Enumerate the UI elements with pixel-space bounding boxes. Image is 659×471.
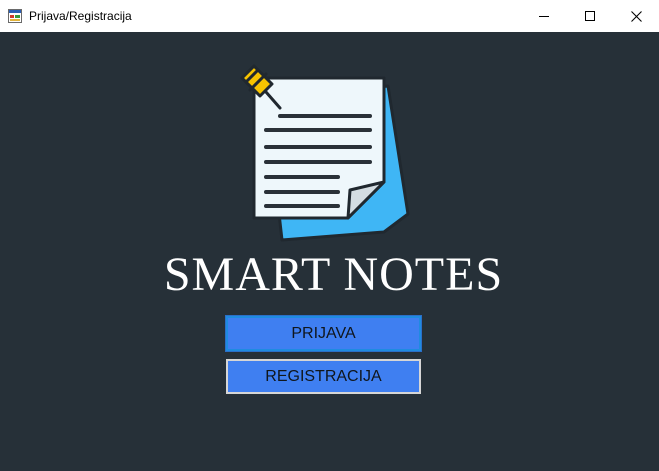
minimize-button[interactable] xyxy=(521,0,567,32)
register-button[interactable]: REGISTRACIJA xyxy=(226,359,421,394)
maximize-button[interactable] xyxy=(567,0,613,32)
title-bar[interactable]: Prijava/Registracija xyxy=(0,0,659,32)
minimize-icon xyxy=(539,16,549,17)
close-icon xyxy=(630,10,642,22)
login-register-window: Prijava/Registracija SMART NOTES PRIJAVA… xyxy=(0,0,659,471)
window-title: Prijava/Registracija xyxy=(29,9,132,23)
maximize-icon xyxy=(585,11,595,21)
pinned-note-icon xyxy=(240,64,410,242)
login-button[interactable]: PRIJAVA xyxy=(225,315,422,352)
app-title: SMART NOTES xyxy=(163,248,504,301)
register-button-label: REGISTRACIJA xyxy=(265,367,382,385)
form-app-icon xyxy=(8,9,22,23)
close-button[interactable] xyxy=(613,0,659,32)
login-button-label: PRIJAVA xyxy=(291,324,356,342)
